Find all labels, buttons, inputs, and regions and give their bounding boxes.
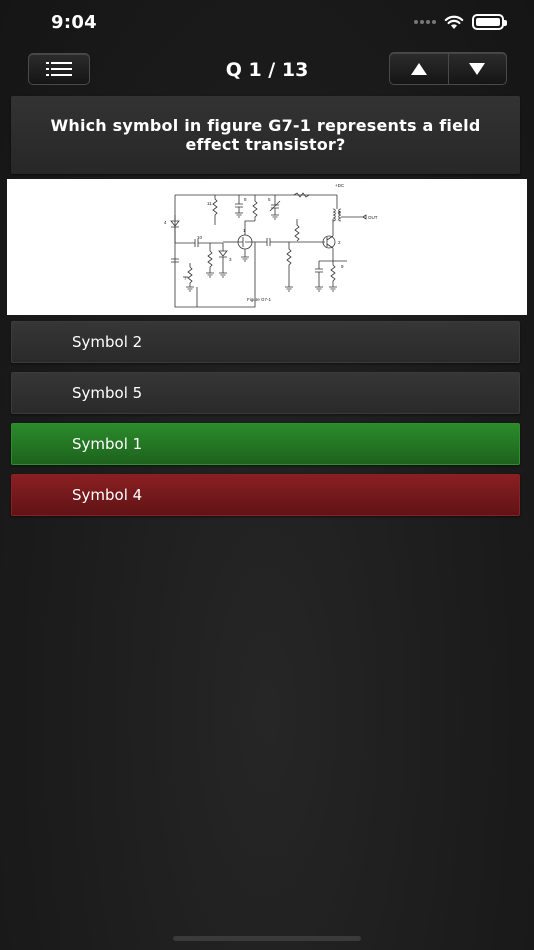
nav-bar: Q 1 / 13 <box>0 48 534 94</box>
answer-option-2[interactable]: Symbol 5 <box>11 372 520 414</box>
label-3: 3 <box>229 257 232 262</box>
wifi-icon <box>444 15 464 29</box>
home-indicator[interactable] <box>173 936 361 941</box>
label-2: 2 <box>338 240 341 245</box>
label-10: 10 <box>197 235 203 240</box>
label-1: 1 <box>243 228 246 233</box>
question-text: Which symbol in figure G7-1 represents a… <box>11 96 520 174</box>
schematic-diagram: +DC OUT 1 2 3 4 5 6 7 8 9 10 11 Figure G… <box>164 183 378 308</box>
label-4: 4 <box>164 220 167 225</box>
label-dc: +DC <box>335 183 345 188</box>
label-5: 5 <box>268 197 271 202</box>
question-navigation <box>389 52 507 85</box>
answer-option-4-wrong[interactable]: Symbol 4 <box>11 474 520 516</box>
label-8: 8 <box>244 197 247 202</box>
status-bar: 9:04 <box>0 0 534 48</box>
triangle-down-icon <box>469 62 486 75</box>
battery-icon <box>472 14 507 30</box>
answer-option-3-correct[interactable]: Symbol 1 <box>11 423 520 465</box>
cellular-signal-icon <box>414 20 436 24</box>
figure-caption: Figure G7-1 <box>247 297 272 302</box>
next-question-button[interactable] <box>447 53 507 84</box>
triangle-up-icon <box>410 62 427 75</box>
previous-question-button[interactable] <box>390 53 448 84</box>
status-icons <box>414 14 507 30</box>
label-out: OUT <box>368 215 378 220</box>
label-6: 6 <box>338 210 341 215</box>
status-time: 9:04 <box>51 12 97 33</box>
answer-option-1[interactable]: Symbol 2 <box>11 321 520 363</box>
label-11: 11 <box>207 201 212 206</box>
circuit-figure[interactable]: +DC OUT 1 2 3 4 5 6 7 8 9 10 11 Figure G… <box>7 179 527 315</box>
label-9: 9 <box>341 264 344 269</box>
